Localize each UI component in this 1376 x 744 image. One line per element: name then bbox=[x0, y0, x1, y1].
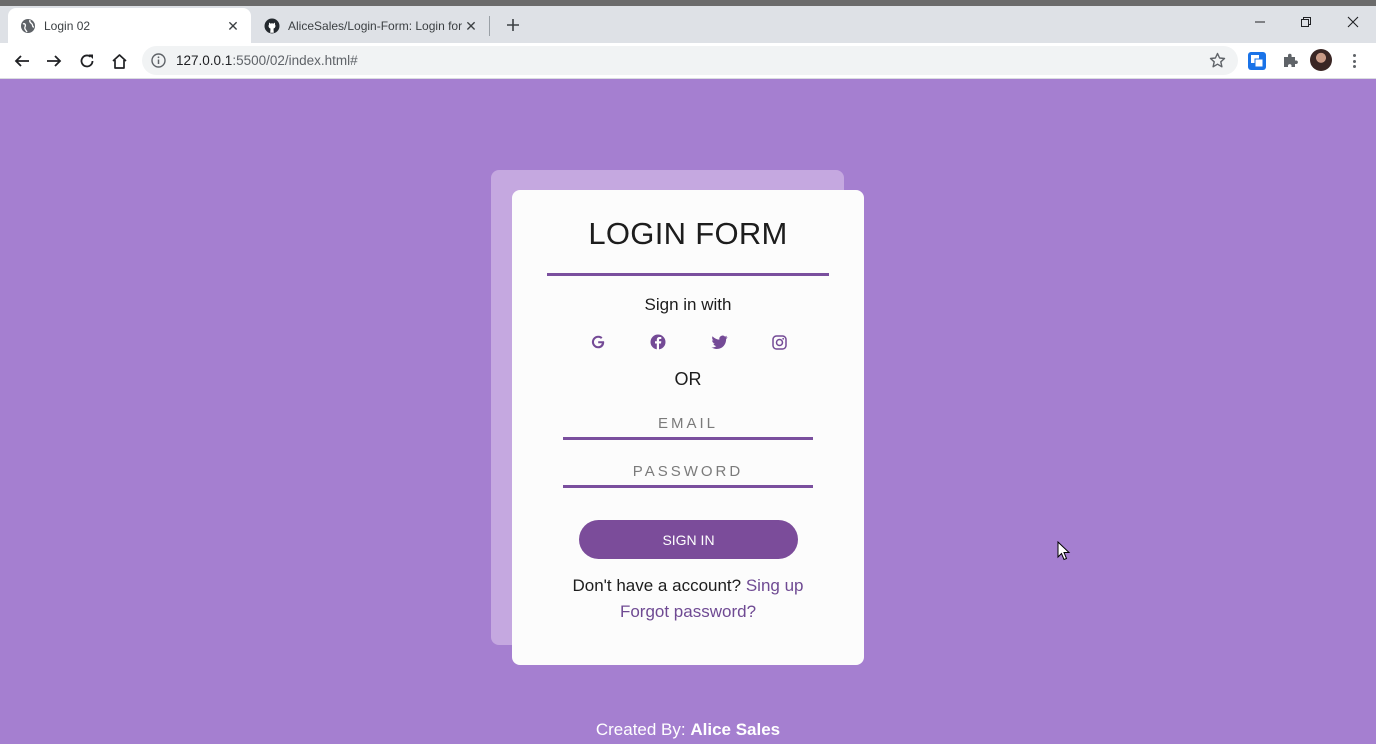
close-icon bbox=[1347, 16, 1359, 28]
home-button[interactable] bbox=[107, 49, 131, 73]
close-tab-icon[interactable]: ✕ bbox=[463, 18, 479, 34]
tab-title: AliceSales/Login-Form: Login for bbox=[288, 18, 463, 33]
footer-prefix: Created By: bbox=[595, 720, 686, 739]
plus-icon bbox=[507, 19, 519, 31]
profile-avatar[interactable] bbox=[1310, 49, 1332, 71]
url-host: 127.0.0.1 bbox=[176, 53, 233, 68]
signup-link[interactable]: Sing up bbox=[746, 576, 804, 595]
reload-icon bbox=[80, 54, 94, 68]
info-icon[interactable] bbox=[151, 53, 166, 68]
restore-button[interactable] bbox=[1294, 10, 1318, 34]
browser-toolbar: 127.0.0.1:5500/02/index.html# bbox=[0, 43, 1376, 79]
footer-credit: Created By: Alice Sales bbox=[0, 720, 1376, 740]
forgot-password-link[interactable]: Forgot password? bbox=[512, 602, 864, 622]
window-top-edge bbox=[0, 0, 1376, 6]
reload-button[interactable] bbox=[75, 49, 99, 73]
tab-title: Login 02 bbox=[44, 18, 91, 33]
restore-icon bbox=[1301, 17, 1311, 27]
facebook-icon bbox=[650, 334, 666, 350]
tab-divider bbox=[489, 16, 490, 36]
back-button[interactable] bbox=[10, 49, 34, 73]
or-divider-label: OR bbox=[674, 369, 702, 389]
login-card: LOGIN FORM Sign in with OR SIGN IN Don't… bbox=[512, 190, 864, 665]
instagram-icon bbox=[771, 334, 787, 350]
home-icon bbox=[111, 53, 127, 69]
email-field[interactable] bbox=[563, 410, 813, 440]
forward-button[interactable] bbox=[42, 49, 66, 73]
google-icon bbox=[591, 335, 605, 349]
minimize-icon bbox=[1255, 21, 1265, 23]
instagram-button[interactable] bbox=[769, 332, 789, 352]
browser-menu-icon[interactable] bbox=[1346, 51, 1362, 71]
url-path: :5500/02/index.html# bbox=[232, 53, 358, 68]
address-bar[interactable]: 127.0.0.1:5500/02/index.html# bbox=[142, 46, 1238, 75]
url-text[interactable]: 127.0.0.1:5500/02/index.html# bbox=[176, 53, 358, 68]
translate-extension-icon[interactable] bbox=[1247, 51, 1267, 71]
globe-icon bbox=[21, 18, 35, 33]
github-icon bbox=[264, 18, 280, 33]
title-underline bbox=[547, 273, 829, 276]
tab-login-02[interactable]: Login 02 ✕ bbox=[8, 8, 251, 43]
twitter-icon bbox=[711, 335, 727, 349]
new-tab-button[interactable] bbox=[502, 14, 524, 36]
sign-in-button[interactable]: SIGN IN bbox=[579, 520, 798, 559]
google-button[interactable] bbox=[588, 332, 608, 352]
signup-prompt: Don't have a account? Sing up bbox=[512, 576, 864, 596]
account-prompt-text: Don't have a account? bbox=[572, 576, 742, 595]
close-tab-icon[interactable]: ✕ bbox=[225, 18, 241, 34]
password-field[interactable] bbox=[563, 458, 813, 488]
twitter-button[interactable] bbox=[709, 332, 729, 352]
footer-author: Alice Sales bbox=[690, 720, 781, 739]
tab-github-repo[interactable]: AliceSales/Login-Form: Login for ✕ bbox=[252, 8, 489, 43]
browser-tab-strip: Login 02 ✕ AliceSales/Login-Form: Login … bbox=[0, 0, 1376, 43]
close-window-button[interactable] bbox=[1341, 10, 1365, 34]
sign-in-with-label: Sign in with bbox=[644, 295, 732, 314]
bookmark-star-icon[interactable] bbox=[1209, 52, 1226, 69]
mouse-pointer-icon bbox=[1057, 541, 1071, 561]
arrow-right-icon bbox=[47, 55, 62, 67]
extensions-puzzle-icon[interactable] bbox=[1280, 51, 1300, 71]
facebook-button[interactable] bbox=[648, 332, 668, 352]
minimize-button[interactable] bbox=[1248, 10, 1272, 34]
arrow-left-icon bbox=[14, 55, 29, 67]
page-title: LOGIN FORM bbox=[588, 216, 788, 251]
